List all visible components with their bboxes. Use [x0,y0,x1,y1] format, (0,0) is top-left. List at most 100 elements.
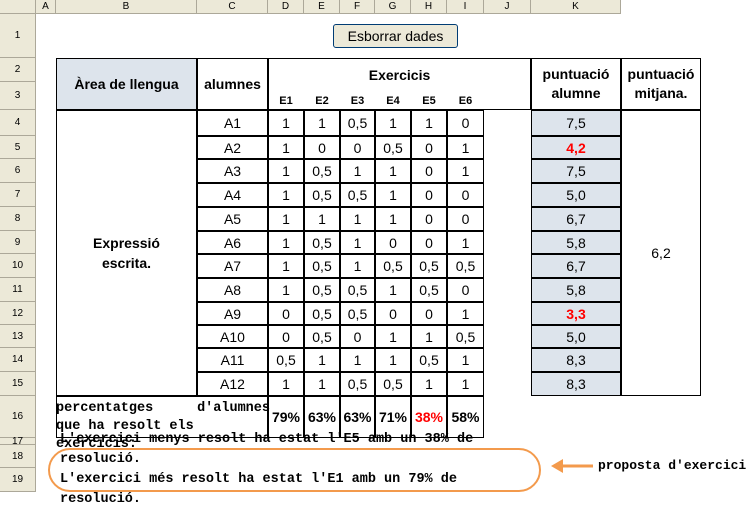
column-header-f[interactable]: F [340,0,375,14]
row-header-4[interactable]: 4 [0,110,36,136]
score-cell[interactable]: 0,5 [304,302,340,325]
score-cell[interactable]: 1 [447,302,484,325]
score-cell[interactable]: 0,5 [304,325,340,348]
score-cell[interactable]: 1 [340,348,375,372]
row-header-6[interactable]: 6 [0,159,36,183]
column-header-a[interactable]: A [36,0,56,14]
score-cell[interactable]: 0,5 [340,110,375,136]
score-cell[interactable]: 0,5 [447,254,484,278]
score-cell[interactable]: 1 [411,325,447,348]
score-cell[interactable]: 0 [411,136,447,159]
score-cell[interactable]: 1 [268,278,304,302]
score-cell[interactable]: 0,5 [340,278,375,302]
score-cell[interactable]: 0,5 [375,254,411,278]
score-cell[interactable]: 0 [340,325,375,348]
score-cell[interactable]: 0,5 [411,278,447,302]
score-cell[interactable]: 1 [340,207,375,231]
score-cell[interactable]: 1 [375,207,411,231]
score-cell[interactable]: 1 [268,159,304,183]
score-cell[interactable]: 1 [375,159,411,183]
score-cell[interactable]: 0 [447,183,484,207]
score-cell[interactable]: 0 [447,110,484,136]
score-cell[interactable]: 0 [340,136,375,159]
score-cell[interactable]: 0,5 [447,325,484,348]
row-header-15[interactable]: 15 [0,372,36,396]
score-cell[interactable]: 1 [447,159,484,183]
score-cell[interactable]: 0 [411,231,447,254]
score-cell[interactable]: 1 [268,183,304,207]
score-cell[interactable]: 1 [304,207,340,231]
score-cell[interactable]: 0,5 [340,183,375,207]
score-cell[interactable]: 0,5 [304,278,340,302]
column-header-c[interactable]: C [197,0,268,14]
score-cell[interactable]: 1 [340,231,375,254]
row-header-3[interactable]: 3 [0,82,36,110]
score-cell[interactable]: 1 [340,254,375,278]
column-header-i[interactable]: I [447,0,484,14]
score-cell[interactable]: 0,5 [340,302,375,325]
score-cell[interactable]: 0 [411,159,447,183]
column-header-e[interactable]: E [304,0,340,14]
score-cell[interactable]: 0 [268,325,304,348]
row-header-12[interactable]: 12 [0,302,36,325]
score-cell[interactable]: 0,5 [411,348,447,372]
row-header-14[interactable]: 14 [0,348,36,372]
row-header-11[interactable]: 11 [0,278,36,302]
score-cell[interactable]: 1 [304,372,340,396]
score-cell[interactable]: 1 [375,183,411,207]
score-cell[interactable]: 1 [304,348,340,372]
row-header-8[interactable]: 8 [0,207,36,231]
column-header-d[interactable]: D [268,0,304,14]
score-cell[interactable]: 0 [411,207,447,231]
score-cell[interactable]: 1 [447,372,484,396]
score-cell[interactable]: 0 [268,302,304,325]
column-header-j[interactable]: J [484,0,531,14]
row-header-13[interactable]: 13 [0,325,36,348]
row-header-9[interactable]: 9 [0,231,36,254]
score-cell[interactable]: 0 [411,183,447,207]
column-header-g[interactable]: G [375,0,411,14]
score-cell[interactable]: 1 [411,110,447,136]
row-header-7[interactable]: 7 [0,183,36,207]
score-cell[interactable]: 1 [268,110,304,136]
column-header-h[interactable]: H [411,0,447,14]
row-header-1[interactable]: 1 [0,14,36,58]
score-cell[interactable]: 0,5 [268,348,304,372]
score-cell[interactable]: 0,5 [304,159,340,183]
score-cell[interactable]: 1 [268,136,304,159]
score-cell[interactable]: 1 [304,110,340,136]
score-cell[interactable]: 1 [375,325,411,348]
score-cell[interactable]: 0 [411,302,447,325]
score-cell[interactable]: 1 [447,231,484,254]
column-header-b[interactable]: B [56,0,197,14]
score-cell[interactable]: 1 [411,372,447,396]
select-all-corner[interactable] [0,0,36,14]
score-cell[interactable]: 1 [375,348,411,372]
score-cell[interactable]: 1 [268,207,304,231]
row-header-17[interactable]: 17 [0,436,36,447]
score-cell[interactable]: 1 [340,159,375,183]
score-cell[interactable]: 1 [268,254,304,278]
score-cell[interactable]: 0 [375,302,411,325]
score-cell[interactable]: 0,5 [411,254,447,278]
column-header-k[interactable]: K [531,0,621,14]
score-cell[interactable]: 0,5 [375,372,411,396]
score-cell[interactable]: 1 [375,110,411,136]
score-cell[interactable]: 0,5 [375,136,411,159]
row-header-19[interactable]: 19 [0,468,36,492]
row-header-2[interactable]: 2 [0,58,36,82]
row-header-18[interactable]: 18 [0,445,36,468]
row-header-10[interactable]: 10 [0,254,36,278]
clear-data-button[interactable]: Esborrar dades [333,24,458,48]
score-cell[interactable]: 0 [304,136,340,159]
score-cell[interactable]: 0 [375,231,411,254]
score-cell[interactable]: 1 [375,278,411,302]
score-cell[interactable]: 0,5 [304,231,340,254]
score-cell[interactable]: 0,5 [340,372,375,396]
score-cell[interactable]: 1 [268,231,304,254]
score-cell[interactable]: 1 [268,372,304,396]
score-cell[interactable]: 1 [447,136,484,159]
score-cell[interactable]: 0,5 [304,183,340,207]
score-cell[interactable]: 0,5 [304,254,340,278]
score-cell[interactable]: 0 [447,207,484,231]
